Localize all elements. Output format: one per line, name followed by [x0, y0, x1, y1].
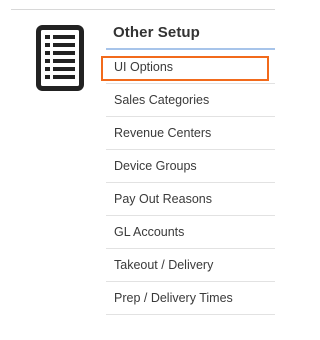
menu-item-revenue-centers[interactable]: Revenue Centers — [106, 117, 275, 150]
section-title: Other Setup — [113, 24, 200, 41]
list-document-icon — [36, 25, 84, 91]
menu-item-device-groups[interactable]: Device Groups — [106, 150, 275, 183]
menu-item-gl-accounts[interactable]: GL Accounts — [106, 216, 275, 249]
other-setup-panel: Other Setup UI Options Sales Categories … — [0, 0, 284, 340]
menu-item-prep-delivery-times[interactable]: Prep / Delivery Times — [106, 282, 275, 315]
other-setup-menu: UI Options Sales Categories Revenue Cent… — [106, 50, 275, 315]
menu-item-ui-options[interactable]: UI Options — [106, 50, 275, 84]
menu-item-takeout-delivery[interactable]: Takeout / Delivery — [106, 249, 275, 282]
menu-item-sales-categories[interactable]: Sales Categories — [106, 84, 275, 117]
menu-item-pay-out-reasons[interactable]: Pay Out Reasons — [106, 183, 275, 216]
top-divider — [11, 9, 275, 10]
